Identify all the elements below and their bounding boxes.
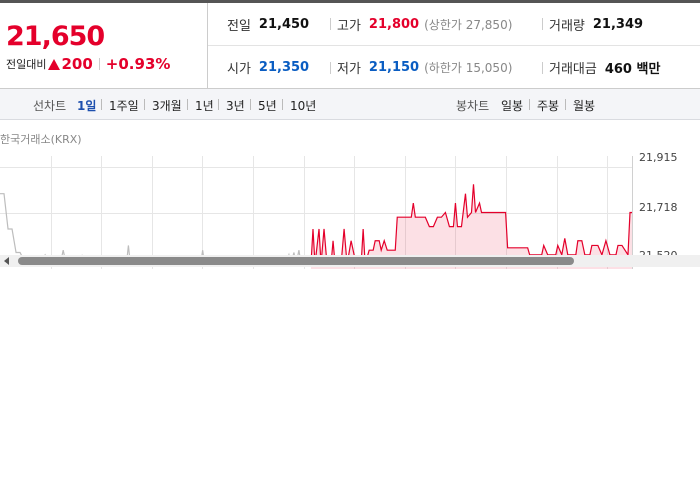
trade-value-value: 460 백만 (604, 62, 661, 77)
open-value: 21,350 (258, 60, 310, 75)
candle-tab-monthly[interactable]: 월봉 (573, 97, 595, 114)
trade-value: 거래대금 460 백만 (549, 58, 660, 77)
high: 고가 21,800 (상한가 27,850) (337, 15, 512, 34)
prev-close: 전일 21,450 (227, 15, 309, 34)
volume-value: 21,349 (592, 16, 644, 32)
up-triangle-icon (48, 58, 61, 70)
chart-scrollbar[interactable] (0, 255, 700, 267)
period-tab-5y[interactable]: 5년 (258, 97, 277, 114)
divider (282, 99, 283, 110)
y-tick-label: 21,915 (639, 151, 678, 164)
stats-row-2: 시가 21,350 저가 21,150 (하한가 15,050) 거래대금 46… (208, 46, 700, 89)
divider (250, 99, 251, 110)
change-value: 200 (61, 55, 93, 73)
low-label: 저가 (337, 62, 361, 77)
open-label: 시가 (227, 62, 251, 77)
trade-value-label: 거래대금 (549, 62, 597, 77)
y-tick-label: 21,718 (639, 201, 678, 214)
period-tab-3y[interactable]: 3년 (226, 97, 245, 114)
current-price: 21,650 (6, 21, 105, 52)
divider (542, 61, 543, 74)
divider (218, 99, 219, 110)
period-tab-1d[interactable]: 1일 (77, 97, 96, 114)
stats-row-1: 전일 21,450 고가 21,800 (상한가 27,850) 거래량 21,… (208, 3, 700, 46)
period-tab-10y[interactable]: 10년 (290, 97, 316, 114)
prev-close-label: 전일 (227, 18, 251, 34)
price-chart: 한국거래소(KRX) 21,915 21,718 21,520 (0, 121, 700, 269)
upper-limit: (상한가 27,850) (424, 17, 513, 32)
low-value: 21,150 (368, 60, 420, 75)
divider (98, 58, 100, 70)
prev-close-value: 21,450 (258, 16, 310, 32)
quote-header: 21,650 전일대비 200 +0.93% 전일 21,450 고가 21,8… (0, 0, 700, 89)
period-tab-3m[interactable]: 3개월 (152, 97, 182, 114)
chart-toolbar: 선차트 1일 1주일 3개월 1년 3년 5년 10년 봉차트 일봉 주봉 월봉 (0, 89, 700, 120)
volume-label: 거래량 (549, 18, 585, 34)
low: 저가 21,150 (하한가 15,050) (337, 58, 512, 77)
candle-tab-daily[interactable]: 일봉 (501, 97, 523, 114)
divider (330, 61, 331, 74)
open: 시가 21,350 (227, 58, 309, 77)
period-tab-1w[interactable]: 1주일 (109, 97, 139, 114)
divider (565, 99, 566, 110)
divider (144, 99, 145, 110)
lower-limit: (하한가 15,050) (424, 61, 513, 75)
line-chart-label: 선차트 (33, 99, 67, 113)
divider (101, 99, 102, 110)
chart-canvas (0, 156, 633, 269)
scroll-left-arrow-icon[interactable] (4, 257, 9, 265)
candle-tab-weekly[interactable]: 주봉 (537, 97, 559, 114)
change-line: 전일대비 200 +0.93% (6, 55, 170, 73)
divider (529, 99, 530, 110)
high-label: 고가 (337, 18, 361, 34)
change-rate: +0.93% (105, 55, 171, 73)
high-value: 21,800 (368, 16, 420, 32)
divider (187, 99, 188, 110)
divider (330, 18, 331, 30)
change-label: 전일대비 (6, 58, 47, 71)
volume: 거래량 21,349 (549, 15, 643, 34)
period-tab-1y[interactable]: 1년 (195, 97, 214, 114)
candle-chart-label: 봉차트 (456, 99, 490, 113)
stats-table: 전일 21,450 고가 21,800 (상한가 27,850) 거래량 21,… (208, 3, 700, 89)
divider (542, 18, 543, 30)
scroll-thumb[interactable] (18, 257, 574, 265)
price-box: 21,650 전일대비 200 +0.93% (0, 3, 208, 89)
